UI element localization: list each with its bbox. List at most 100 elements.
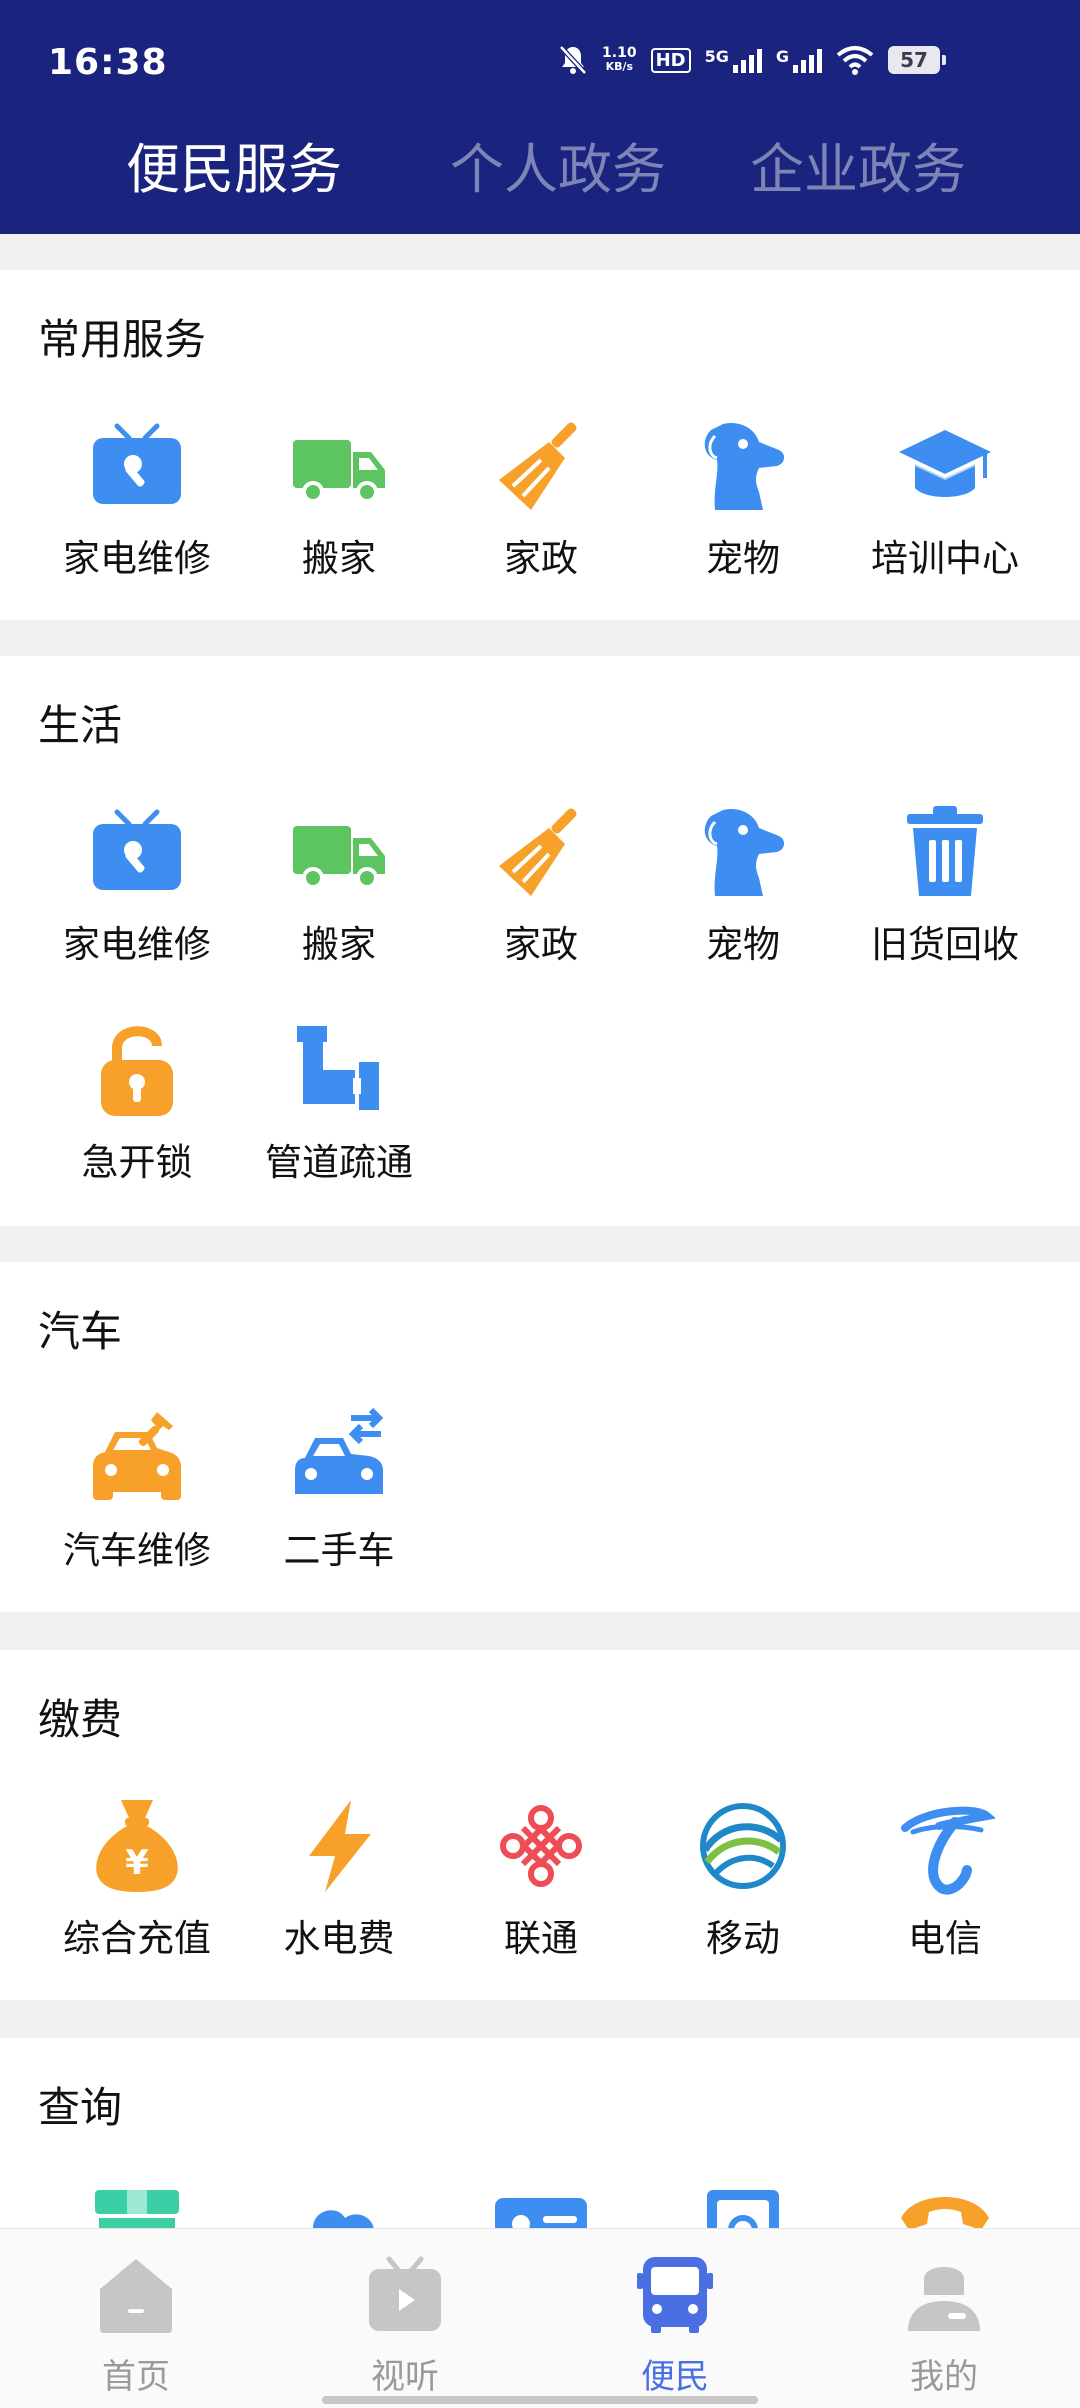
status-bar: 16:38 1.10 KB/s HD 5G G 57 — [0, 0, 1080, 120]
service-item[interactable]: ¥ 综合充值 — [36, 1796, 238, 1986]
telecom-logo-icon — [901, 1806, 995, 1895]
service-item[interactable] — [238, 2184, 440, 2228]
service-item[interactable]: 汽车维修 — [36, 1408, 238, 1598]
service-label: 培训中心 — [871, 537, 1019, 580]
status-icons: 1.10 KB/s HD 5G G 57 — [558, 44, 946, 76]
service-item[interactable]: 家政 — [440, 416, 642, 606]
service-item[interactable]: 二手车 — [238, 1408, 440, 1598]
truck-icon — [293, 826, 385, 889]
service-label: 宠物 — [706, 537, 780, 580]
nav-home[interactable]: 首页 — [36, 2243, 236, 2397]
section-title: 汽车 — [38, 1307, 123, 1356]
svg-text:¥: ¥ — [125, 1843, 149, 1883]
battery-icon: 57 — [888, 46, 946, 74]
signal-5g: 5G — [705, 47, 762, 73]
nav-media[interactable]: 视听 — [305, 2243, 505, 2397]
top-tabs: 便民服务 个人政务 企业政务 — [0, 130, 1080, 210]
nav-mine[interactable]: 我的 — [844, 2243, 1044, 2397]
service-item[interactable] — [36, 2184, 238, 2228]
net-speed: 1.10 KB/s — [602, 46, 637, 74]
service-label: 水电费 — [283, 1917, 395, 1960]
hd-badge: HD — [650, 47, 691, 73]
truck-icon — [293, 440, 385, 503]
app-header: 16:38 1.10 KB/s HD 5G G 57 便民服务 个人政务 企业政… — [0, 0, 1080, 234]
service-item[interactable] — [844, 2184, 1046, 2228]
nav-label: 我的 — [910, 2357, 978, 2397]
section-payment: 缴费 ¥ 综合充值 水电费 联通 移动 电信 — [0, 1650, 1080, 2000]
home-icon — [100, 2259, 172, 2333]
tv-repair-icon — [93, 423, 181, 504]
section-title: 生活 — [38, 701, 123, 750]
service-item[interactable]: 旧货回收 — [844, 802, 1046, 992]
net-speed-unit: KB/s — [605, 60, 634, 73]
tab-personal-affairs[interactable]: 个人政务 — [450, 130, 666, 210]
service-label: 旧货回收 — [871, 923, 1019, 966]
section-query: 查询 — [0, 2038, 1080, 2228]
service-label: 家政 — [504, 923, 578, 966]
signal-bars-icon — [793, 47, 822, 73]
service-label: 二手车 — [283, 1529, 395, 1572]
service-item[interactable]: 移动 — [642, 1796, 844, 1986]
service-label: 联通 — [504, 1917, 578, 1960]
signal-g: G — [776, 47, 822, 73]
service-item[interactable]: 水电费 — [238, 1796, 440, 1986]
service-label: 家电维修 — [63, 923, 211, 966]
bottom-nav: 首页 视听 便民 我的 — [0, 2228, 1080, 2408]
service-label: 搬家 — [302, 923, 376, 966]
service-label: 急开锁 — [81, 1141, 193, 1184]
dog-icon — [704, 808, 785, 896]
service-item[interactable]: 电信 — [844, 1796, 1046, 1986]
nav-label: 视听 — [371, 2357, 439, 2397]
person-icon — [908, 2267, 980, 2331]
service-item[interactable]: 培训中心 — [844, 416, 1046, 606]
service-label: 移动 — [706, 1917, 780, 1960]
broom-icon — [499, 422, 577, 510]
service-item[interactable] — [440, 2184, 642, 2228]
unicom-logo-icon — [500, 1805, 582, 1887]
service-label: 电信 — [908, 1917, 982, 1960]
car-repair-icon — [93, 1412, 181, 1500]
home-indicator[interactable] — [322, 2396, 758, 2404]
section-title: 常用服务 — [38, 315, 207, 364]
tab-convenience[interactable]: 便民服务 — [126, 130, 342, 210]
bus-icon — [637, 2257, 713, 2333]
section-common-services: 常用服务 家电维修 搬家 家政 宠物 培训中心 — [0, 270, 1080, 620]
package-icon — [95, 2190, 179, 2228]
service-label: 家政 — [504, 537, 578, 580]
service-label: 搬家 — [302, 537, 376, 580]
service-item[interactable]: 宠物 — [642, 416, 844, 606]
service-item[interactable]: 急开锁 — [36, 1020, 238, 1210]
service-item[interactable]: 搬家 — [238, 802, 440, 992]
service-item[interactable]: 家政 — [440, 802, 642, 992]
service-label: 综合充值 — [63, 1917, 211, 1960]
car-exchange-icon — [295, 1408, 384, 1494]
service-item[interactable]: 家电维修 — [36, 416, 238, 606]
cloud-icon — [313, 2210, 374, 2228]
service-item[interactable]: 家电维修 — [36, 802, 238, 992]
service-item[interactable] — [642, 2184, 844, 2228]
wifi-icon — [836, 46, 874, 75]
broom-icon — [499, 808, 577, 896]
service-item[interactable]: 联通 — [440, 1796, 642, 1986]
lightning-icon — [309, 1800, 371, 1892]
service-item[interactable]: 管道疏通 — [238, 1020, 440, 1210]
status-time: 16:38 — [48, 42, 168, 83]
dog-icon — [704, 422, 785, 510]
trash-bin-icon — [907, 806, 983, 896]
tv-play-icon — [369, 2256, 441, 2331]
nav-convenience[interactable]: 便民 — [575, 2243, 775, 2397]
nav-label: 首页 — [102, 2357, 170, 2397]
service-item[interactable]: 宠物 — [642, 802, 844, 992]
signal-bars-icon — [732, 47, 762, 73]
service-item[interactable]: 搬家 — [238, 416, 440, 606]
tab-enterprise-affairs[interactable]: 企业政务 — [750, 130, 966, 210]
telephone-icon — [901, 2197, 989, 2228]
signal-g-label: G — [775, 47, 789, 66]
section-car: 汽车 汽车维修 二手车 — [0, 1262, 1080, 1612]
service-label: 宠物 — [706, 923, 780, 966]
nav-label: 便民 — [641, 2357, 709, 2397]
service-label: 管道疏通 — [265, 1141, 413, 1184]
section-life: 生活 家电维修 搬家 家政 宠物 旧货回收 急开锁 管道疏通 — [0, 656, 1080, 1226]
net-speed-value: 1.10 — [602, 45, 637, 61]
service-label: 家电维修 — [63, 537, 211, 580]
